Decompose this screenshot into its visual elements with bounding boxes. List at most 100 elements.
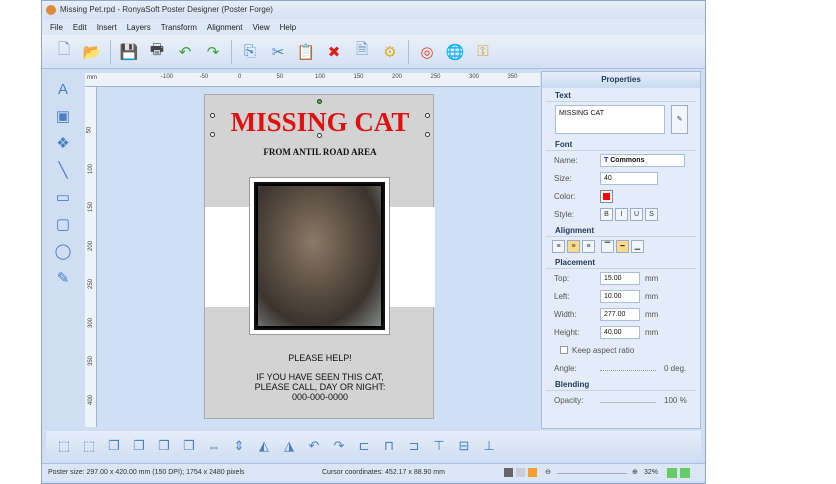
- align-top-edge-button[interactable]: ⊤: [429, 436, 449, 456]
- help-lifebuoy-button[interactable]: ◎: [417, 42, 437, 62]
- poster-help[interactable]: PLEASE HELP!: [205, 353, 435, 363]
- view-mode-button[interactable]: [504, 468, 513, 477]
- undo-button[interactable]: ↶: [175, 42, 195, 62]
- text-input[interactable]: MISSING CAT: [555, 105, 665, 134]
- poster-line2[interactable]: PLEASE CALL, DAY OR NIGHT:: [205, 382, 435, 392]
- flip-horizontal-button[interactable]: ◭: [254, 436, 274, 456]
- image-tool-button[interactable]: ▣: [53, 106, 73, 126]
- align-center-v-button[interactable]: ⊟: [454, 436, 474, 456]
- align-left-edge-button[interactable]: ⊏: [354, 436, 374, 456]
- style-underline-button[interactable]: U: [630, 207, 643, 221]
- cut-button[interactable]: ✂: [268, 42, 288, 62]
- copy-button[interactable]: ⎘: [240, 42, 260, 62]
- font-size-select[interactable]: 40: [600, 171, 658, 185]
- align-bottom-edge-button[interactable]: ⊥: [479, 436, 499, 456]
- menu-file[interactable]: File: [50, 23, 63, 32]
- align-top-button[interactable]: ▔: [601, 239, 614, 253]
- poster-subtitle[interactable]: FROM ANTIL ROAD AREA: [205, 147, 435, 157]
- menu-edit[interactable]: Edit: [73, 23, 87, 32]
- zoom-slider[interactable]: [557, 473, 627, 474]
- resize-handle[interactable]: [425, 132, 430, 137]
- rectangle-tool-button[interactable]: ▭: [53, 187, 73, 207]
- view-mode-button[interactable]: [528, 468, 537, 477]
- align-center-h-button[interactable]: ⊓: [379, 436, 399, 456]
- zoom-out-button[interactable]: ⊖: [545, 464, 551, 482]
- height-label: Height:: [554, 327, 580, 337]
- open-folder-button[interactable]: 📂: [82, 42, 102, 62]
- poster-line1[interactable]: IF YOU HAVE SEEN THIS CAT,: [205, 372, 435, 382]
- fit-page-button[interactable]: [667, 468, 677, 478]
- actual-size-button[interactable]: [680, 468, 690, 478]
- globe-button[interactable]: 🌐: [445, 42, 465, 62]
- menu-help[interactable]: Help: [280, 23, 296, 32]
- menu-insert[interactable]: Insert: [97, 23, 117, 32]
- resize-handle[interactable]: [210, 132, 215, 137]
- rotate-handle[interactable]: [317, 99, 322, 104]
- align-right-edge-button[interactable]: ⊐: [404, 436, 424, 456]
- save-button[interactable]: 💾: [119, 42, 139, 62]
- resize-handle[interactable]: [317, 133, 322, 138]
- ungroup-button[interactable]: ⬚: [79, 436, 99, 456]
- rounded-rect-tool-button[interactable]: ▢: [53, 214, 73, 234]
- width-input[interactable]: 277.00: [600, 307, 640, 321]
- text-tool-button[interactable]: A: [53, 79, 73, 99]
- align-bottom-button[interactable]: ▁: [631, 239, 644, 253]
- redo-button[interactable]: ↷: [203, 42, 223, 62]
- menu-layers[interactable]: Layers: [127, 23, 151, 32]
- align-left-button[interactable]: ≡: [552, 239, 565, 253]
- pencil-tool-button[interactable]: ✎: [53, 268, 73, 288]
- new-file-button[interactable]: 🗋: [54, 41, 74, 62]
- rotate-left-button[interactable]: ↶: [304, 436, 324, 456]
- send-back-button[interactable]: ❐: [129, 436, 149, 456]
- gear-button[interactable]: ⚙: [380, 42, 400, 62]
- view-mode-button[interactable]: [516, 468, 525, 477]
- align-center-h-icon: ⊓: [383, 438, 395, 453]
- color-picker[interactable]: [600, 189, 613, 203]
- paste-button[interactable]: 📋: [296, 42, 316, 62]
- edit-text-button[interactable]: ✎: [671, 105, 688, 134]
- clipart-tool-button[interactable]: ❖: [53, 133, 73, 153]
- fit-width-button[interactable]: ⇔: [204, 436, 224, 456]
- resize-handle[interactable]: [425, 113, 430, 118]
- bring-forward-button[interactable]: ❐: [154, 436, 174, 456]
- menu-alignment[interactable]: Alignment: [207, 23, 243, 32]
- line-tool-button[interactable]: ╲: [53, 160, 73, 180]
- font-name-select[interactable]: T Commons: [600, 153, 685, 167]
- tools-panel: A ▣ ❖ ╲ ▭ ▢ ◯ ✎: [48, 73, 78, 427]
- print-button[interactable]: 🖶: [147, 41, 167, 62]
- menu-transform[interactable]: Transform: [161, 23, 197, 32]
- rotate-right-button[interactable]: ↷: [329, 436, 349, 456]
- photo-frame[interactable]: [249, 177, 390, 335]
- poster[interactable]: MISSING CAT FROM ANTIL ROAD AREA PLEASE …: [204, 94, 435, 419]
- style-italic-button[interactable]: I: [615, 207, 628, 221]
- resize-handle[interactable]: [210, 113, 215, 118]
- ellipse-tool-button[interactable]: ◯: [53, 241, 73, 261]
- zoom-in-button[interactable]: ⊕: [632, 464, 638, 482]
- style-strike-button[interactable]: S: [645, 207, 658, 221]
- height-input[interactable]: 40.00: [600, 325, 640, 339]
- send-backward-button[interactable]: ❐: [179, 436, 199, 456]
- flip-vertical-button[interactable]: ◮: [279, 436, 299, 456]
- opacity-slider[interactable]: [600, 397, 656, 403]
- align-center-button[interactable]: ≡: [567, 239, 580, 253]
- page-settings-button[interactable]: 🗎: [352, 41, 372, 62]
- key-button[interactable]: ⚿: [473, 42, 493, 62]
- left-input[interactable]: 10.00: [600, 289, 640, 303]
- design-canvas[interactable]: MISSING CAT FROM ANTIL ROAD AREA PLEASE …: [98, 88, 540, 427]
- align-middle-button[interactable]: ━: [616, 239, 629, 253]
- group-button[interactable]: ⬚: [54, 436, 74, 456]
- fit-height-button[interactable]: ⇕: [229, 436, 249, 456]
- delete-button[interactable]: ✖: [324, 42, 344, 62]
- vertical-ruler: 50 100 150 200 250 300 350 400: [85, 87, 97, 427]
- keep-aspect-checkbox[interactable]: [560, 346, 568, 354]
- page-settings-icon: 🗎: [355, 41, 369, 58]
- top-input[interactable]: 15.00: [600, 271, 640, 285]
- bring-front-button[interactable]: ❐: [104, 436, 124, 456]
- align-right-button[interactable]: ≡: [582, 239, 595, 253]
- angle-slider[interactable]: [600, 365, 656, 371]
- window-title: Missing Pet.rpd - RonyaSoft Poster Desig…: [60, 5, 273, 14]
- style-label: Style:: [554, 209, 575, 219]
- menu-view[interactable]: View: [252, 23, 269, 32]
- poster-phone[interactable]: 000-000-0000: [205, 392, 435, 402]
- style-bold-button[interactable]: B: [600, 207, 613, 221]
